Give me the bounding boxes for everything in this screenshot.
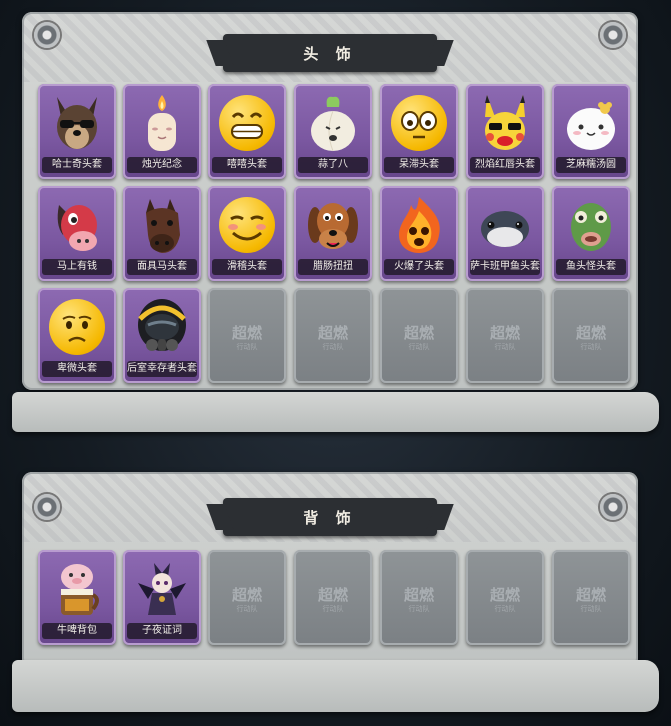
locked-watermark-sub: 行动队 [322,605,344,613]
item-label: 后室幸存者头套 [127,361,197,377]
fire-head-icon [389,194,449,256]
panel-scroll-edge [12,392,659,432]
section-title: 背 饰 [303,508,357,527]
funny-emoji-icon [217,194,277,256]
raven-doll-icon [132,558,192,620]
locked-watermark: 超燃 [489,586,520,604]
humble-emoji-icon [47,296,107,358]
item-label: 卑微头套 [42,361,112,377]
head-item[interactable]: 萨卡班甲鱼头套 [466,186,544,281]
pikachu-head-icon [475,92,535,154]
locked-watermark: 超燃 [403,324,434,342]
locked-slot: 超燃 行动队 [294,288,372,383]
section-title-banner: 头 饰 [223,34,437,72]
husky-head-icon [47,92,107,154]
panel-scroll-edge [12,660,659,712]
head-item[interactable]: 鱼头怪头套 [552,186,630,281]
locked-slot: 超燃 行动队 [380,550,458,645]
locked-slot: 超燃 行动队 [466,550,544,645]
locked-watermark: 超燃 [317,324,348,342]
item-label: 子夜证词 [127,623,197,639]
head-item[interactable]: 烛光纪念 [123,84,201,179]
head-item[interactable]: 卑微头套 [38,288,116,383]
item-label: 烛光纪念 [127,157,197,173]
locked-watermark: 超燃 [575,324,606,342]
head-item[interactable]: 嘻嘻头套 [208,84,286,179]
item-label: 烈焰红唇头套 [470,157,540,173]
locked-watermark-sub: 行动队 [408,605,430,613]
locked-watermark: 超燃 [575,586,606,604]
locked-slot: 超燃 行动队 [466,288,544,383]
locked-watermark-sub: 行动队 [580,605,602,613]
pin-icon [600,494,626,520]
head-item[interactable]: 面具马头套 [123,186,201,281]
item-label: 蒜了八 [298,157,368,173]
gas-mask-helmet-icon [132,296,192,358]
fish-head-icon [475,194,535,256]
locked-watermark: 超燃 [231,586,262,604]
locked-watermark-sub: 行动队 [236,605,258,613]
item-label: 滑稽头套 [212,259,282,275]
dumpling-head-icon [561,92,621,154]
head-item[interactable]: 芝麻糯汤圆 [552,84,630,179]
item-label: 嘻嘻头套 [212,157,282,173]
pin-icon [34,494,60,520]
locked-watermark-sub: 行动队 [236,343,258,351]
garlic-head-icon [303,92,363,154]
section-title-banner: 背 饰 [223,498,437,536]
head-item[interactable]: 火爆了头套 [380,186,458,281]
locked-slot: 超燃 行动队 [208,550,286,645]
head-item[interactable]: 蒜了八 [294,84,372,179]
head-item[interactable]: 后室幸存者头套 [123,288,201,383]
horse-mask-icon [132,194,192,256]
item-label: 马上有钱 [42,259,112,275]
locked-slot: 超燃 行动队 [208,288,286,383]
candle-head-icon [132,92,192,154]
item-label: 牛啤背包 [42,623,112,639]
back-item[interactable]: 牛啤背包 [38,550,116,645]
beer-backpack-icon [47,558,107,620]
item-label: 呆滞头套 [384,157,454,173]
locked-slot: 超燃 行动队 [552,550,630,645]
head-item[interactable]: 滑稽头套 [208,186,286,281]
section-title: 头 饰 [303,44,357,63]
item-label: 芝麻糯汤圆 [556,157,626,173]
locked-watermark-sub: 行动队 [494,605,516,613]
head-item[interactable]: 烈焰红唇头套 [466,84,544,179]
head-item[interactable]: 马上有钱 [38,186,116,281]
locked-watermark-sub: 行动队 [322,343,344,351]
item-label: 哈士奇头套 [42,157,112,173]
item-label: 火爆了头套 [384,259,454,275]
locked-slot: 超燃 行动队 [380,288,458,383]
locked-watermark: 超燃 [317,586,348,604]
item-label: 面具马头套 [127,259,197,275]
head-item[interactable]: 腊肠扭扭 [294,186,372,281]
grin-emoji-icon [217,92,277,154]
blank-face-emoji-icon [389,92,449,154]
locked-watermark: 超燃 [489,324,520,342]
head-item[interactable]: 呆滞头套 [380,84,458,179]
back-item[interactable]: 子夜证词 [123,550,201,645]
locked-watermark: 超燃 [403,586,434,604]
dachshund-head-icon [303,194,363,256]
locked-slot: 超燃 行动队 [552,288,630,383]
fishman-head-icon [561,194,621,256]
locked-watermark-sub: 行动队 [408,343,430,351]
locked-watermark: 超燃 [231,324,262,342]
red-horse-head-icon [47,194,107,256]
item-label: 鱼头怪头套 [556,259,626,275]
pin-icon [34,22,60,48]
item-label: 萨卡班甲鱼头套 [470,259,540,275]
locked-watermark-sub: 行动队 [494,343,516,351]
locked-slot: 超燃 行动队 [294,550,372,645]
head-item[interactable]: 哈士奇头套 [38,84,116,179]
item-label: 腊肠扭扭 [298,259,368,275]
locked-watermark-sub: 行动队 [580,343,602,351]
pin-icon [600,22,626,48]
